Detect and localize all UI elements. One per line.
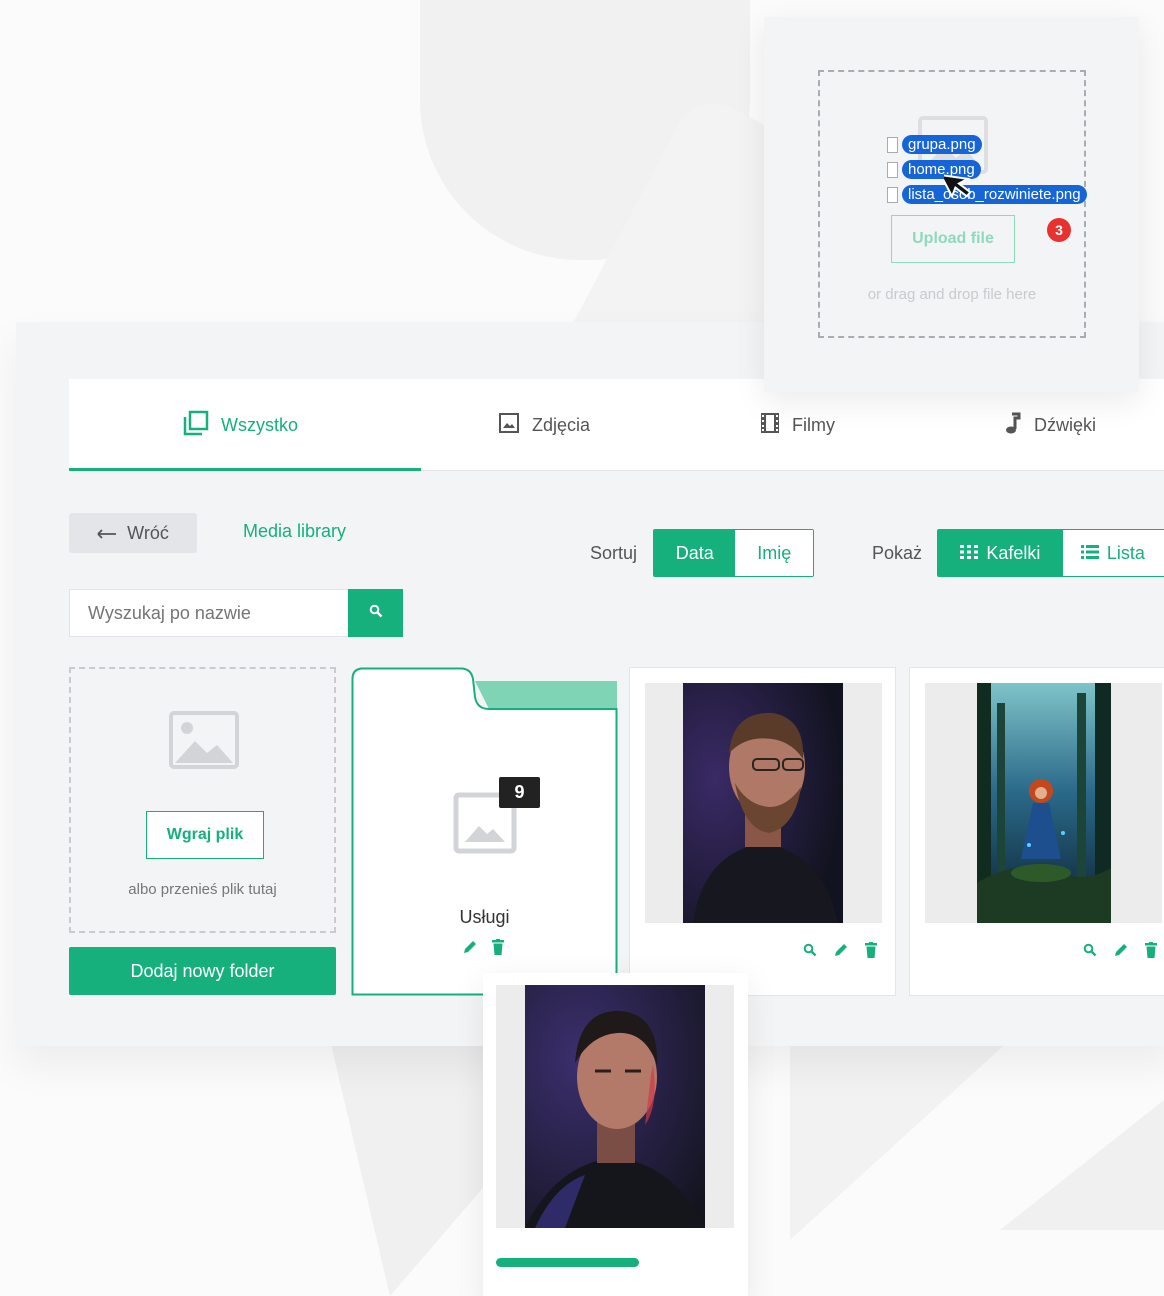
delete-icon[interactable] xyxy=(865,942,877,963)
upload-dropzone[interactable]: Wgraj plik albo przenieś plik tutaj xyxy=(69,667,336,933)
file-checkbox xyxy=(887,186,898,203)
upload-file-button[interactable]: Upload file xyxy=(891,215,1015,263)
sort-by-date-button[interactable]: Data xyxy=(654,530,736,576)
active-tab-indicator xyxy=(69,468,421,471)
zoom-icon[interactable] xyxy=(803,943,817,962)
media-actions xyxy=(1083,942,1157,963)
media-card[interactable] xyxy=(629,667,896,996)
search-button[interactable] xyxy=(348,589,403,637)
upload-progress-bar xyxy=(496,1258,734,1267)
tab-label: Dźwięki xyxy=(1034,414,1097,435)
view-label: Pokaż xyxy=(872,543,923,563)
media-thumbnail-frame xyxy=(925,683,1162,923)
upload-progress-fill xyxy=(496,1258,639,1267)
arrow-left-icon xyxy=(97,523,117,544)
dragged-file: lista_osob_rozwiniete.png xyxy=(887,185,1087,204)
breadcrumb-media-library[interactable]: Media library xyxy=(243,521,346,542)
tab-label: Zdjęcia xyxy=(532,414,591,435)
image-icon xyxy=(498,412,520,439)
tab-label: Filmy xyxy=(792,414,835,435)
tab-filmy[interactable]: Filmy xyxy=(760,379,835,471)
tab-zdjecia[interactable]: Zdjęcia xyxy=(498,379,590,471)
upload-file-button[interactable]: Wgraj plik xyxy=(146,811,264,859)
sort-toggle: Data Imię xyxy=(653,529,814,577)
sort-by-name-button[interactable]: Imię xyxy=(735,530,813,576)
back-label: Wróć xyxy=(127,522,169,543)
background-shape xyxy=(1000,1100,1164,1230)
background-shape xyxy=(790,1040,1010,1240)
view-list-button[interactable]: Lista xyxy=(1062,530,1164,576)
media-card[interactable] xyxy=(909,667,1164,996)
list-icon xyxy=(1080,543,1099,564)
tab-label: Wszystko xyxy=(221,414,299,435)
drag-count-badge: 3 xyxy=(1047,218,1071,242)
film-icon xyxy=(760,412,780,439)
forest-thumbnail xyxy=(977,683,1111,923)
delete-icon[interactable] xyxy=(492,939,504,960)
back-button[interactable]: Wróć xyxy=(69,513,197,553)
view-option-label: Lista xyxy=(1106,542,1145,563)
music-note-icon xyxy=(1004,412,1022,439)
folder-name: Usługi xyxy=(459,907,510,927)
drop-hint: albo przenieś plik tutaj xyxy=(128,881,277,898)
drop-hint: or drag and drop file here xyxy=(867,286,1037,303)
sort-option-label: Data xyxy=(675,542,714,563)
add-folder-button[interactable]: Dodaj nowy folder xyxy=(69,947,336,995)
delete-icon[interactable] xyxy=(1145,942,1157,963)
media-actions xyxy=(803,942,877,963)
view-option-label: Kafelki xyxy=(986,542,1041,563)
tab-wszystko[interactable]: Wszystko xyxy=(183,379,298,471)
tab-dzwieki[interactable]: Dźwięki xyxy=(1004,379,1096,471)
file-checkbox xyxy=(887,161,898,178)
view-tiles-button[interactable]: Kafelki xyxy=(938,530,1063,576)
dragged-file: grupa.png xyxy=(887,135,982,154)
file-name-chip: grupa.png xyxy=(902,135,982,154)
file-name-chip: lista_osob_rozwiniete.png xyxy=(902,185,1087,204)
view-toggle: Kafelki Lista xyxy=(937,529,1164,577)
search-icon xyxy=(369,604,383,623)
grid-icon xyxy=(960,543,979,564)
sort-label: Sortuj xyxy=(590,543,638,563)
copy-icon xyxy=(183,410,209,441)
cursor-arrow-icon xyxy=(938,166,980,209)
edit-icon[interactable] xyxy=(833,942,849,963)
portrait-thumbnail xyxy=(683,683,843,923)
media-thumbnail-frame xyxy=(496,985,734,1228)
folder-card[interactable]: 9 Usługi xyxy=(351,667,618,996)
image-placeholder-icon xyxy=(169,711,239,774)
folder-actions xyxy=(462,939,504,960)
uploading-media-card xyxy=(483,973,748,1296)
folder-count-badge: 9 xyxy=(499,777,540,808)
tabs-bar: Wszystko Zdjęcia Filmy Dźwięki xyxy=(69,379,1164,471)
search-input[interactable] xyxy=(69,589,349,637)
sort-option-label: Imię xyxy=(757,542,792,563)
portrait-thumbnail xyxy=(525,985,705,1228)
zoom-icon[interactable] xyxy=(1083,943,1097,962)
edit-icon[interactable] xyxy=(462,939,478,960)
media-thumbnail-frame xyxy=(645,683,882,923)
file-checkbox xyxy=(887,136,898,153)
edit-icon[interactable] xyxy=(1113,942,1129,963)
